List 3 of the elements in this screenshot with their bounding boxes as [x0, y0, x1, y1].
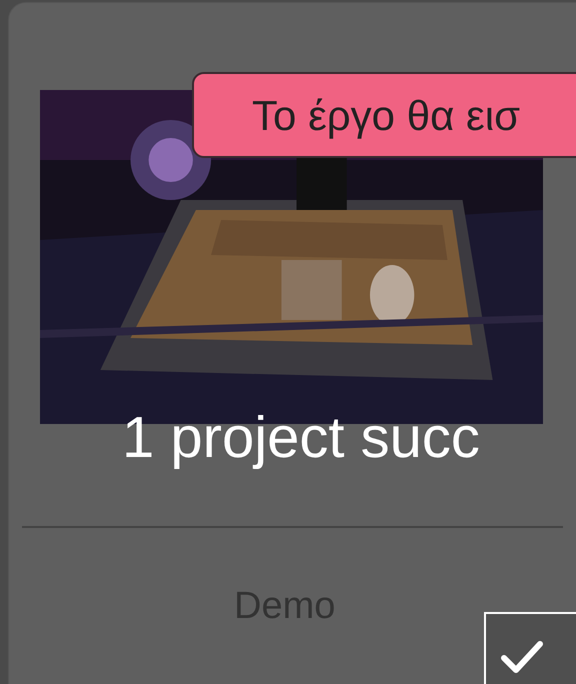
- notification-banner: Το έργο θα εισ: [192, 72, 576, 158]
- check-icon: [500, 640, 544, 676]
- status-message: 1 project succ: [122, 404, 480, 472]
